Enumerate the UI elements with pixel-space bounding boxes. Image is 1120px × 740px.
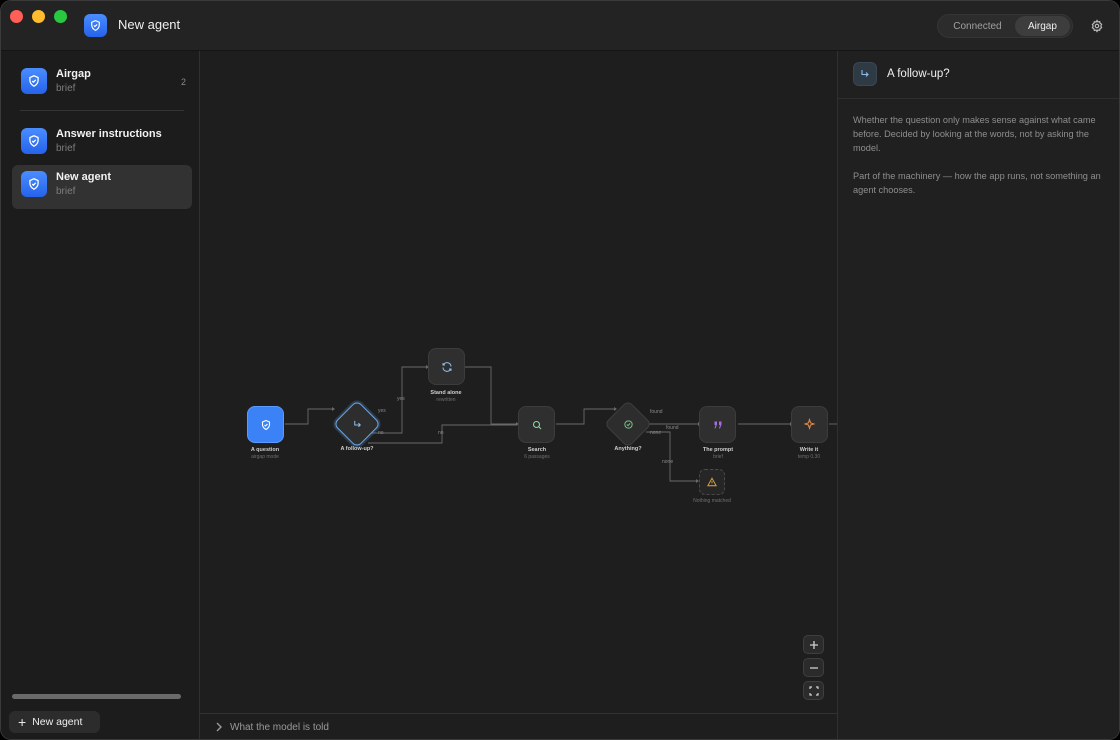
- minimize-window-button[interactable]: [32, 10, 45, 23]
- flow-node-stand-alone[interactable]: [428, 348, 465, 385]
- new-agent-label: New agent: [32, 716, 83, 728]
- node-label: Nothing matched: [693, 498, 731, 504]
- flow-node-the-prompt[interactable]: [699, 406, 736, 443]
- arrow-turn-icon: [853, 62, 877, 86]
- refresh-icon: [442, 361, 451, 372]
- sidebar-item-answer-instructions[interactable]: Answer instructions brief: [12, 122, 192, 166]
- agent-name: Answer instructions: [56, 128, 162, 140]
- title-bar: New agent Connected Airgap: [1, 1, 1119, 51]
- node-label: The prompt: [702, 447, 734, 453]
- sidebar-item-airgap[interactable]: Airgap brief 2: [12, 62, 192, 106]
- fit-view-button[interactable]: [803, 681, 824, 700]
- agent-sub: brief: [56, 143, 76, 154]
- shield-icon: [21, 171, 47, 197]
- sidebar-scrollbar[interactable]: [12, 694, 181, 699]
- node-sub: rewritten: [436, 397, 456, 403]
- node-sub: brief: [713, 454, 723, 460]
- edge-label-no: no: [378, 430, 384, 436]
- edge-label-none: none: [662, 459, 674, 465]
- node-sub: airgap mode: [251, 454, 279, 460]
- close-window-button[interactable]: [10, 10, 23, 23]
- flow-node-write-it[interactable]: [791, 406, 828, 443]
- settings-button[interactable]: [1088, 17, 1105, 34]
- sidebar: Airgap brief 2 Answer instructions brief…: [1, 51, 200, 739]
- warning-icon: [707, 477, 717, 487]
- detail-panel-title: A follow-up?: [887, 68, 950, 80]
- flow-node-nothing-matched[interactable]: [699, 469, 725, 495]
- minus-icon: [809, 666, 818, 669]
- edge-label-none: none: [650, 430, 662, 436]
- model-context-bar[interactable]: What the model is told: [200, 713, 837, 739]
- detail-panel-header: A follow-up?: [838, 51, 1119, 99]
- mode-connected-option[interactable]: Connected: [940, 16, 1015, 36]
- sidebar-item-new-agent[interactable]: New agent brief: [12, 165, 192, 209]
- zoom-in-button[interactable]: [803, 635, 824, 654]
- flow-node-a-question[interactable]: [247, 406, 284, 443]
- shield-icon: [21, 68, 47, 94]
- node-label: A follow-up?: [340, 446, 374, 452]
- zoom-window-button[interactable]: [54, 10, 67, 23]
- node-label: Anything?: [614, 446, 642, 452]
- zoom-out-button[interactable]: [803, 658, 824, 677]
- plus-icon: [809, 640, 818, 649]
- agent-count-badge: 2: [180, 77, 186, 87]
- mode-airgap-option[interactable]: Airgap: [1014, 16, 1070, 36]
- edge-label-yes: yes: [397, 396, 405, 402]
- edge-label-found: found: [650, 409, 663, 415]
- detail-description: Whether the question only makes sense ag…: [853, 115, 1096, 154]
- agent-name: Airgap: [56, 68, 91, 80]
- check-circle-icon: [621, 417, 635, 431]
- agent-name: New agent: [56, 171, 112, 183]
- node-label: Search: [527, 447, 547, 453]
- node-label: Stand alone: [430, 390, 462, 396]
- edge-label-no: no: [438, 430, 444, 436]
- gear-icon: [1091, 18, 1102, 33]
- fit-view-icon: [808, 685, 819, 696]
- flow-edges: [285, 365, 837, 483]
- sidebar-divider: [20, 110, 184, 111]
- quote-icon: [714, 421, 721, 428]
- flow-node-search[interactable]: [518, 406, 555, 443]
- shield-icon: [21, 128, 47, 154]
- shield-icon: [261, 419, 270, 430]
- detail-note: Part of the machinery — how the app runs…: [853, 171, 1101, 196]
- agent-sub: brief: [56, 83, 76, 94]
- app-window: New agent Connected Airgap Airgap brief …: [0, 0, 1120, 740]
- sparkle-icon: [803, 418, 816, 431]
- shield-icon: [84, 14, 107, 37]
- node-label: A question: [250, 447, 280, 453]
- arrow-turn-icon: [350, 417, 364, 431]
- edge-label-found: found: [666, 425, 679, 431]
- mode-toggle[interactable]: Connected Airgap: [937, 14, 1073, 38]
- plus-icon: +: [18, 714, 27, 730]
- detail-panel: A follow-up? Whether the question only m…: [837, 51, 1119, 739]
- search-icon: [532, 420, 541, 429]
- flow-canvas[interactable]: A question airgap mode A follow-up? yes …: [200, 51, 837, 713]
- node-sub: 6 passages: [524, 454, 550, 460]
- agent-sub: brief: [56, 186, 76, 197]
- chevron-right-icon: [216, 722, 222, 732]
- new-agent-button[interactable]: + New agent: [9, 711, 100, 733]
- edge-label-yes: yes: [378, 408, 386, 414]
- bottom-bar-label: What the model is told: [230, 722, 329, 733]
- window-title: New agent: [118, 17, 181, 32]
